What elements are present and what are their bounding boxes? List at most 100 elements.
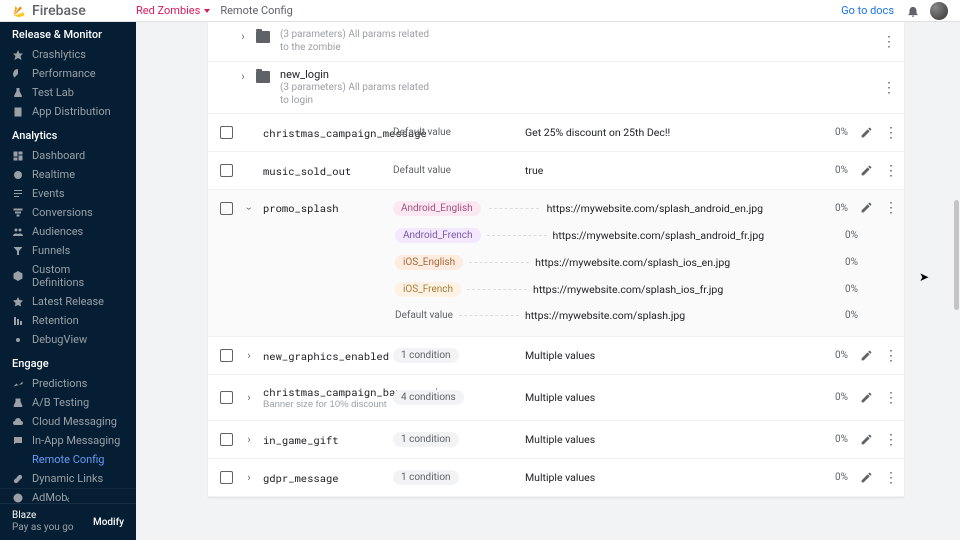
parameter-row-expanded[interactable]: › promo_splash Android_Englishhttps://my… — [208, 190, 904, 337]
parameter-row[interactable]: ›new_graphics_enabled1 conditionMultiple… — [208, 337, 904, 375]
parameter-value: Multiple values — [525, 471, 808, 484]
avatar[interactable] — [930, 2, 948, 20]
project-selector[interactable]: Red Zombies — [136, 4, 210, 17]
sidebar-item-crashlytics[interactable]: Crashlytics — [0, 45, 136, 64]
dynamic-links-icon — [12, 473, 24, 485]
sidebar-item-audiences[interactable]: Audiences — [0, 222, 136, 241]
more-icon[interactable]: ⋮ — [884, 470, 894, 486]
group-description: (3 parameters) All params related to log… — [280, 81, 440, 107]
modify-plan-button[interactable]: Modify — [93, 517, 124, 528]
edit-icon[interactable] — [860, 471, 874, 485]
sidebar-item-predictions[interactable]: Predictions — [0, 374, 136, 393]
sidebar-label: Dynamic Links — [32, 472, 103, 485]
chevron-right-icon[interactable]: › — [243, 433, 255, 446]
parameter-row[interactable]: ›christmas_campaign_banner_sizeBanner si… — [208, 375, 904, 421]
checkbox[interactable] — [220, 391, 233, 404]
sidebar-item-latest-release[interactable]: Latest Release — [0, 292, 136, 311]
fetch-percent: 0% — [818, 230, 858, 241]
sidebar-item-debugview[interactable]: DebugView — [0, 330, 136, 349]
firebase-logo[interactable]: Firebase — [12, 3, 136, 19]
condition-badge: 1 condition — [393, 432, 525, 447]
chevron-right-icon[interactable]: › — [243, 391, 255, 404]
fetch-percent: 0% — [808, 392, 848, 403]
edit-icon[interactable] — [860, 433, 874, 447]
checkbox[interactable] — [220, 471, 233, 484]
checkbox[interactable] — [220, 202, 233, 215]
parameter-name: gdpr_message — [263, 471, 393, 485]
more-icon[interactable]: ⋮ — [884, 432, 894, 448]
variant-value: https://mywebsite.com/splash.jpg — [525, 309, 685, 322]
sidebar-item-events[interactable]: Events — [0, 184, 136, 203]
more-icon[interactable]: ⋮ — [882, 80, 896, 96]
checkbox[interactable] — [220, 126, 233, 139]
more-icon[interactable]: ⋮ — [884, 390, 894, 406]
dashboard-icon — [12, 150, 24, 162]
parameter-group[interactable]: › new_login (3 parameters) All params re… — [208, 62, 904, 114]
sidebar-label: Conversions — [32, 206, 93, 219]
sidebar-item-app-distribution[interactable]: App Distribution — [0, 102, 136, 121]
checkbox[interactable] — [220, 164, 233, 177]
edit-icon[interactable] — [860, 391, 874, 405]
condition-chip[interactable]: iOS_English — [395, 255, 463, 270]
chevron-right-icon[interactable]: › — [236, 30, 250, 43]
sidebar-label: Performance — [32, 67, 96, 80]
chevron-right-icon[interactable]: › — [243, 471, 255, 484]
parameter-name: music_sold_out — [263, 164, 393, 178]
condition-chip[interactable]: iOS_French — [395, 282, 461, 297]
sidebar: Release & MonitorCrashlyticsPerformanceT… — [0, 22, 136, 540]
parameter-row[interactable]: ›gdpr_message1 conditionMultiple values0… — [208, 459, 904, 497]
scrollbar[interactable] — [954, 200, 959, 310]
edit-icon[interactable] — [860, 201, 874, 215]
parameter-row[interactable]: christmas_campaign_messageDefault valueG… — [208, 114, 904, 152]
sidebar-item-dynamic-links[interactable]: Dynamic Links — [0, 469, 136, 488]
more-icon[interactable]: ⋮ — [884, 163, 894, 179]
parameter-row[interactable]: ›in_game_gift1 conditionMultiple values0… — [208, 421, 904, 459]
sidebar-item-in-app-messaging[interactable]: In-App Messaging — [0, 431, 136, 450]
sidebar-item-remote-config[interactable]: Remote Config — [0, 450, 136, 469]
chevron-right-icon[interactable]: › — [243, 349, 255, 362]
more-icon[interactable]: ⋮ — [882, 34, 896, 50]
sidebar-item-retention[interactable]: Retention — [0, 311, 136, 330]
parameter-value: true — [525, 164, 808, 177]
parameter-value: Multiple values — [525, 433, 808, 446]
chevron-right-icon[interactable]: › — [236, 70, 250, 83]
sidebar-item-realtime[interactable]: Realtime — [0, 165, 136, 184]
sidebar-item-a-b-testing[interactable]: A/B Testing — [0, 393, 136, 412]
sidebar-item-custom-definitions[interactable]: Custom Definitions — [0, 260, 136, 292]
sidebar-label: Remote Config — [32, 453, 104, 466]
chevron-down-icon — [204, 9, 210, 13]
sidebar-item-dashboard[interactable]: Dashboard — [0, 146, 136, 165]
sidebar-item-conversions[interactable]: Conversions — [0, 203, 136, 222]
edit-icon[interactable] — [860, 349, 874, 363]
group-name: new_login — [280, 68, 894, 81]
edit-icon[interactable] — [860, 126, 874, 140]
sidebar-section-title: Analytics — [0, 121, 136, 146]
checkbox[interactable] — [220, 349, 233, 362]
checkbox[interactable] — [220, 433, 233, 446]
realtime-icon — [12, 169, 24, 181]
parameter-group[interactable]: › (3 parameters) All params related to t… — [208, 22, 904, 62]
a-b-testing-icon — [12, 397, 24, 409]
retention-icon — [12, 315, 24, 327]
parameter-name: in_game_gift — [263, 433, 393, 447]
condition-chip[interactable]: Android_French — [395, 228, 481, 243]
chevron-down-icon[interactable]: › — [243, 202, 256, 214]
folder-icon — [256, 71, 270, 83]
variant-value: https://mywebsite.com/splash_ios_en.jpg — [535, 256, 730, 269]
parameters-card: › (3 parameters) All params related to t… — [208, 22, 904, 497]
go-to-docs-link[interactable]: Go to docs — [841, 4, 894, 17]
variant-value: https://mywebsite.com/splash_ios_fr.jpg — [533, 283, 723, 296]
sidebar-item-test-lab[interactable]: Test Lab — [0, 83, 136, 102]
plan-name: Blaze — [12, 510, 74, 522]
edit-icon[interactable] — [860, 164, 874, 178]
sidebar-item-performance[interactable]: Performance — [0, 64, 136, 83]
notifications-icon[interactable] — [906, 4, 920, 18]
fetch-percent: 0% — [808, 165, 848, 176]
more-icon[interactable]: ⋮ — [884, 348, 894, 364]
more-icon[interactable]: ⋮ — [884, 200, 894, 216]
parameter-row[interactable]: music_sold_outDefault valuetrue0%⋮ — [208, 152, 904, 190]
condition-chip[interactable]: Android_English — [393, 201, 481, 216]
sidebar-item-funnels[interactable]: Funnels — [0, 241, 136, 260]
sidebar-item-cloud-messaging[interactable]: Cloud Messaging — [0, 412, 136, 431]
more-icon[interactable]: ⋮ — [884, 125, 894, 141]
